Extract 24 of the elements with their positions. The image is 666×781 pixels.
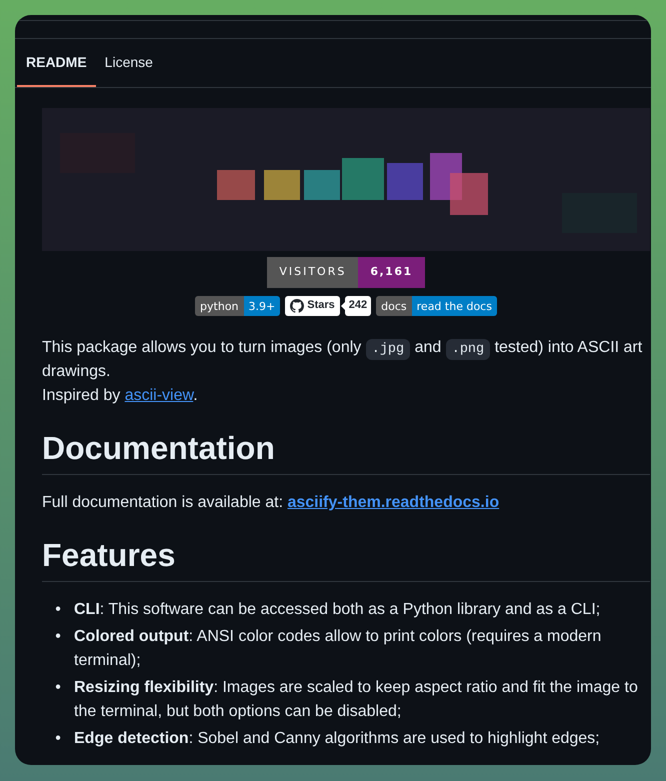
tab[interactable]: README bbox=[17, 39, 96, 87]
badge-label: docs bbox=[376, 296, 412, 316]
visitors-count: 6,161 bbox=[358, 257, 425, 288]
feature-item: CLI: This software can be accessed both as a Python library and as a CLI; bbox=[74, 600, 600, 620]
link[interactable]: ascii-view bbox=[124, 386, 194, 404]
bullet: • bbox=[54, 678, 62, 698]
section-heading: Documentation bbox=[42, 428, 650, 475]
feature-item: Edge detection: Sobel and Canny algorithms are used to highlight edges; bbox=[74, 728, 600, 749]
paragraph: Full documentation is available at: asciify-them.readthedocs.io bbox=[42, 492, 500, 513]
link[interactable]: asciify-them.readthedocs.io bbox=[287, 494, 500, 511]
badge-label: python bbox=[195, 296, 244, 316]
visitors-label: VISITORS bbox=[267, 257, 358, 288]
bullet: • bbox=[54, 728, 62, 749]
github-icon bbox=[290, 298, 304, 312]
feature-item: Colored output: ANSI color codes allow to print colors (requires a modern terminal); bbox=[74, 626, 602, 671]
section-heading: Features bbox=[42, 534, 650, 582]
paragraph: This package allows you to turn images (only .jpg and .png tested) into ASCII art drawings. Inspired by ascii-view. bbox=[42, 338, 644, 406]
tab[interactable]: License bbox=[96, 39, 162, 87]
badge-value: 3.9+ bbox=[244, 296, 280, 316]
feature-item: Resizing flexibility: Images are scaled to keep aspect ratio and fit the image to the terminal, but both options can be disabled; bbox=[74, 678, 639, 722]
bullet: • bbox=[54, 600, 62, 620]
bullet: • bbox=[54, 626, 62, 647]
stars-button[interactable]: Stars bbox=[285, 296, 340, 316]
badge-value: read the docs bbox=[412, 296, 497, 316]
